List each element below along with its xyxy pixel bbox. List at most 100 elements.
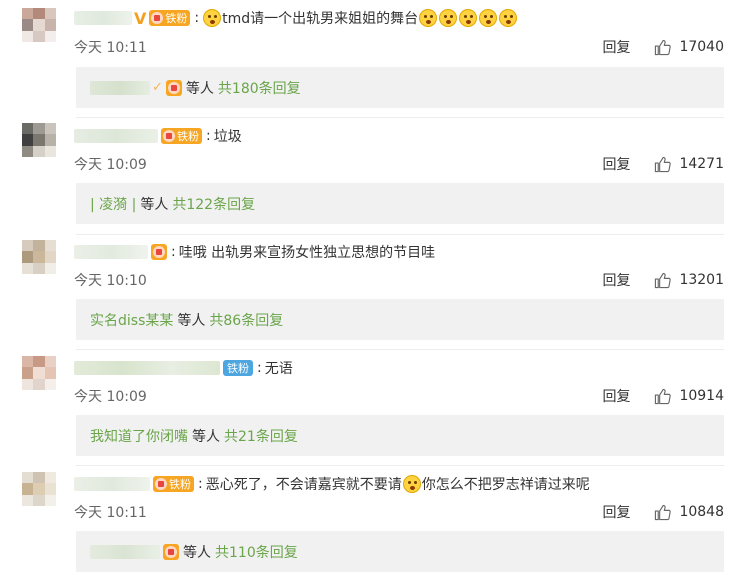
username-blurred[interactable] (74, 361, 220, 375)
colon: : (257, 360, 262, 376)
avatar[interactable] (22, 8, 56, 42)
like-count: 13201 (679, 272, 724, 288)
colon: : (206, 128, 211, 144)
comment-text: 垃圾 (213, 129, 242, 145)
comment-actions: 回复 10848 (602, 502, 724, 522)
fan-heart-icon (167, 81, 180, 94)
fan-heart-icon (163, 130, 175, 142)
username-blurred[interactable] (74, 245, 148, 259)
replier-name[interactable]: | 凌漪 | (90, 194, 136, 214)
divider (76, 234, 724, 235)
reply-button[interactable]: 回复 (602, 154, 630, 174)
comment-text: 哇哦 出轨男来宣扬女性独立思想的节目哇 (178, 245, 436, 261)
fan-badge: 铁粉 (223, 360, 253, 376)
colon: : (194, 10, 200, 26)
surprised-emoji-icon (479, 9, 498, 27)
badge-label: 铁粉 (169, 478, 191, 491)
comment-time: 今天 10:09 (74, 389, 147, 405)
reply-waits: 等人 (140, 196, 169, 213)
replier-blurred[interactable] (90, 544, 160, 559)
comment-text: 无语 (264, 361, 293, 377)
like-count: 10914 (679, 388, 724, 404)
like-count: 10848 (679, 504, 724, 520)
like-count: 17040 (679, 39, 724, 55)
thumb-up-icon (654, 272, 671, 289)
comment-text: tmd请一个出轨男来姐姐的舞台 (222, 11, 419, 27)
like-button[interactable]: 10848 (654, 504, 724, 521)
reply-summary[interactable]: 实名diss某某 等人 共86条回复 (76, 299, 724, 340)
reply-total-link[interactable]: 共180条回复 (218, 78, 301, 98)
surprised-emoji-icon (439, 9, 458, 27)
avatar[interactable] (22, 356, 56, 390)
avatar[interactable] (22, 240, 56, 274)
fan-badge-mini (163, 543, 179, 560)
like-button[interactable]: 13201 (654, 272, 724, 289)
comment-actions: 回复 17040 (602, 37, 724, 57)
reply-summary[interactable]: | 凌漪 | 等人 共122条回复 (76, 183, 724, 224)
thumb-up-icon (654, 388, 671, 405)
comment-line: V 铁粉 : tmd请一个出轨男来姐姐的舞台 (74, 6, 518, 30)
divider (76, 465, 724, 466)
fan-heart-icon (165, 545, 177, 558)
fan-badge-mini (165, 79, 182, 96)
reply-waits: 等人 (183, 544, 211, 561)
reply-button[interactable]: 回复 (602, 502, 630, 522)
comment-line: : 哇哦 出轨男来宣扬女性独立思想的节目哇 (74, 240, 435, 264)
colon: : (198, 476, 203, 492)
surprised-emoji-icon (419, 9, 438, 27)
badge-label: 铁粉 (165, 12, 188, 25)
thumb-up-icon (654, 156, 671, 173)
fan-badge-mini (151, 244, 167, 260)
colon: : (171, 244, 176, 260)
surprised-emoji-icon (459, 9, 478, 27)
like-count: 14271 (679, 156, 724, 172)
reply-total-link[interactable]: 共21条回复 (224, 426, 298, 446)
fan-heart-icon (155, 478, 167, 490)
reply-button[interactable]: 回复 (602, 37, 630, 57)
reply-waits: 等人 (185, 80, 214, 97)
badge-label: 铁粉 (177, 130, 199, 143)
username-blurred[interactable] (74, 11, 132, 25)
thumb-up-icon (654, 39, 671, 56)
member-icon: ✓ (152, 80, 163, 95)
reply-button[interactable]: 回复 (602, 386, 630, 406)
replier-blurred[interactable] (90, 80, 150, 95)
reply-waits: 等人 (192, 428, 220, 445)
divider (76, 117, 724, 118)
like-button[interactable]: 14271 (654, 156, 724, 173)
comment-line: 铁粉 : 无语 (74, 356, 293, 380)
surprised-emoji-icon (499, 9, 518, 27)
like-button[interactable]: 17040 (654, 39, 724, 56)
reply-total-link[interactable]: 共122条回复 (172, 194, 255, 214)
reply-total-link[interactable]: 共110条回复 (215, 542, 298, 562)
reply-total-link[interactable]: 共86条回复 (209, 310, 283, 330)
divider (76, 349, 724, 350)
comment-actions: 回复 13201 (602, 270, 724, 290)
username-blurred[interactable] (74, 129, 158, 143)
reply-summary[interactable]: 我知道了你闭嘴 等人 共21条回复 (76, 415, 724, 456)
username-blurred[interactable] (74, 477, 150, 491)
comment-line: 铁粉 : 垃圾 (74, 124, 242, 148)
like-button[interactable]: 10914 (654, 388, 724, 405)
comment-actions: 回复 10914 (602, 386, 724, 406)
comment-time: 今天 10:11 (74, 40, 147, 56)
grin-emoji-icon (402, 475, 421, 493)
thumb-up-icon (654, 504, 671, 521)
avatar[interactable] (22, 123, 56, 157)
avatar[interactable] (22, 472, 56, 506)
replier-name[interactable]: 实名diss某某 (90, 310, 173, 330)
fan-badge: 铁粉 (153, 476, 194, 492)
badge-label: 铁粉 (227, 362, 249, 375)
comment-text-cont: 你怎么不把罗志祥请过来呢 (421, 477, 590, 493)
fan-badge: 铁粉 (161, 128, 202, 144)
reply-summary[interactable]: 等人 共110条回复 (76, 531, 724, 572)
replier-name[interactable]: 我知道了你闭嘴 (90, 426, 188, 446)
reply-waits: 等人 (177, 312, 206, 329)
fan-heart-icon (151, 12, 164, 24)
reply-button[interactable]: 回复 (602, 270, 630, 290)
fan-heart-icon (153, 246, 165, 258)
comment-text: 恶心死了，不会请嘉宾就不要请 (205, 477, 402, 493)
reply-summary[interactable]: ✓ 等人 共180条回复 (76, 67, 724, 108)
comment-time: 今天 10:10 (74, 273, 147, 289)
verified-icon: V (134, 8, 147, 28)
